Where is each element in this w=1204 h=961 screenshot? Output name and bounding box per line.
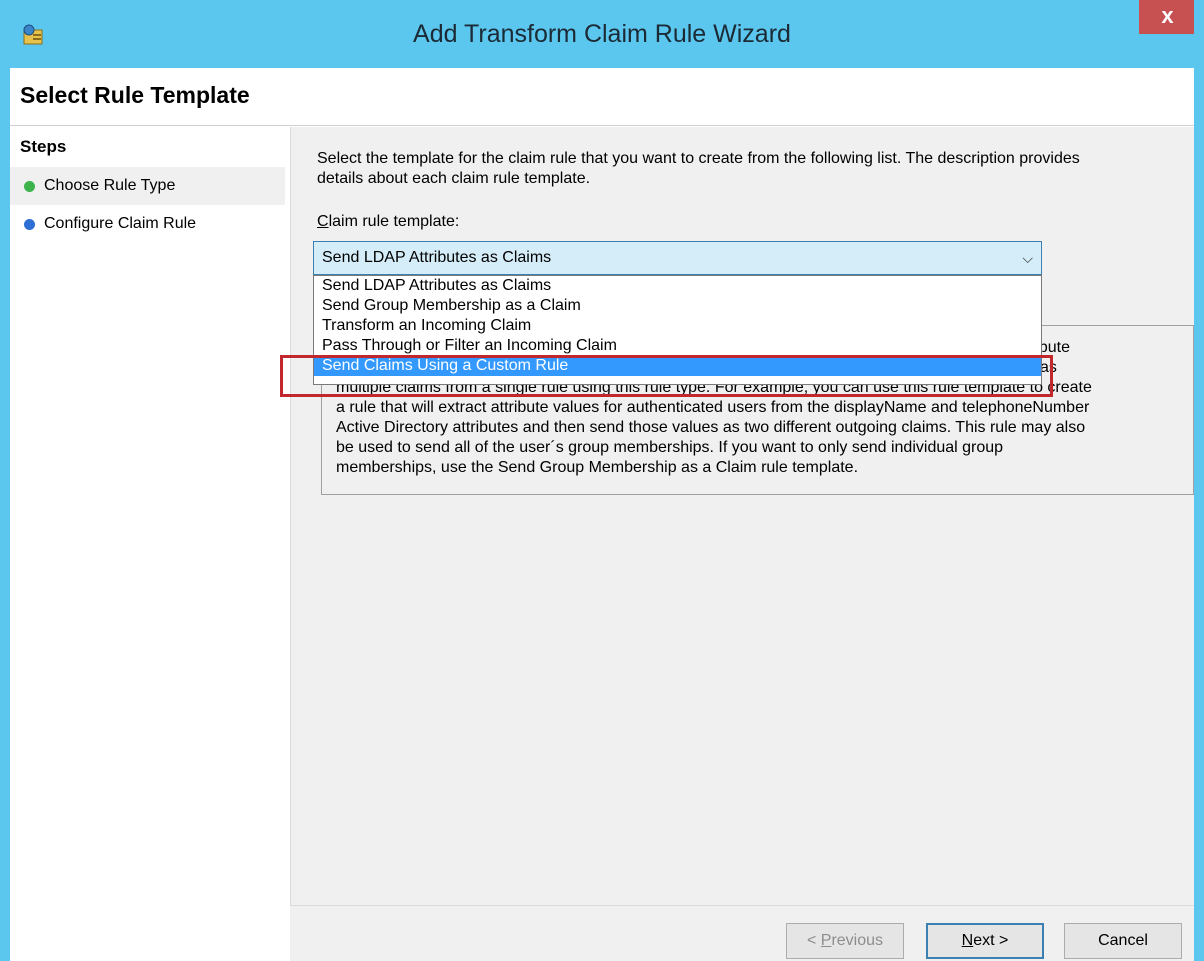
step-status-dot-icon	[24, 181, 35, 192]
next-mnemonic: N	[961, 932, 974, 949]
wizard-window: Add Transform Claim Rule Wizard x Select…	[0, 0, 1204, 961]
template-dropdown-list: Send LDAP Attributes as Claims Send Grou…	[313, 275, 1042, 385]
window-title: Add Transform Claim Rule Wizard	[413, 20, 791, 48]
previous-mnemonic: P	[820, 932, 832, 949]
dropdown-option-transform[interactable]: Transform an Incoming Claim	[314, 316, 1041, 336]
chevron-down-icon[interactable]: ⌵	[1022, 242, 1033, 274]
dropdown-option-group-membership[interactable]: Send Group Membership as a Claim	[314, 296, 1041, 316]
claim-rule-template-select[interactable]: Send LDAP Attributes as Claims ⌵	[313, 241, 1042, 275]
description-line: Active Directory attributes and then sen…	[336, 419, 1086, 436]
label-rest: laim rule template:	[328, 213, 460, 230]
intro-line-2: details about each claim rule template.	[317, 170, 591, 187]
page-header: Select Rule Template	[10, 68, 1194, 126]
step-label: Configure Claim Rule	[44, 215, 197, 232]
description-line: a rule that will extract attribute value…	[336, 399, 1090, 416]
steps-pane: Steps Choose Rule Type Configure Claim R…	[10, 127, 290, 961]
dropdown-option-custom-rule[interactable]: Send Claims Using a Custom Rule	[314, 356, 1041, 376]
step-choose-rule-type: Choose Rule Type	[10, 167, 285, 205]
description-line: be used to send all of the user´s group …	[336, 439, 1004, 456]
description-line: memberships, use the Send Group Membersh…	[336, 459, 859, 476]
previous-button[interactable]: < Previous	[786, 923, 904, 959]
intro-line-1: Select the template for the claim rule t…	[317, 150, 1080, 167]
step-status-dot-icon	[24, 219, 35, 230]
claim-rule-template-label: Claim rule template:	[317, 213, 459, 231]
previous-prefix: <	[806, 932, 821, 949]
dropdown-option-pass-through[interactable]: Pass Through or Filter an Incoming Claim	[314, 336, 1041, 356]
select-value: Send LDAP Attributes as Claims	[322, 249, 552, 266]
title-bar[interactable]: Add Transform Claim Rule Wizard x	[10, 0, 1194, 68]
step-configure-claim-rule: Configure Claim Rule	[10, 205, 285, 243]
step-label: Choose Rule Type	[44, 177, 176, 194]
previous-rest: revious	[831, 932, 884, 949]
next-rest: ext >	[973, 932, 1009, 949]
page-title: Select Rule Template	[20, 82, 250, 108]
wizard-footer: < Previous Next > Cancel	[290, 905, 1194, 961]
intro-text: Select the template for the claim rule t…	[317, 149, 1167, 189]
dropdown-option-ldap[interactable]: Send LDAP Attributes as Claims	[314, 276, 1041, 296]
close-button[interactable]: x	[1139, 0, 1194, 34]
next-button[interactable]: Next >	[926, 923, 1044, 959]
label-mnemonic: C	[317, 213, 329, 230]
cancel-button[interactable]: Cancel	[1064, 923, 1182, 959]
steps-heading: Steps	[20, 137, 67, 156]
main-pane: Select the template for the claim rule t…	[290, 127, 1194, 961]
